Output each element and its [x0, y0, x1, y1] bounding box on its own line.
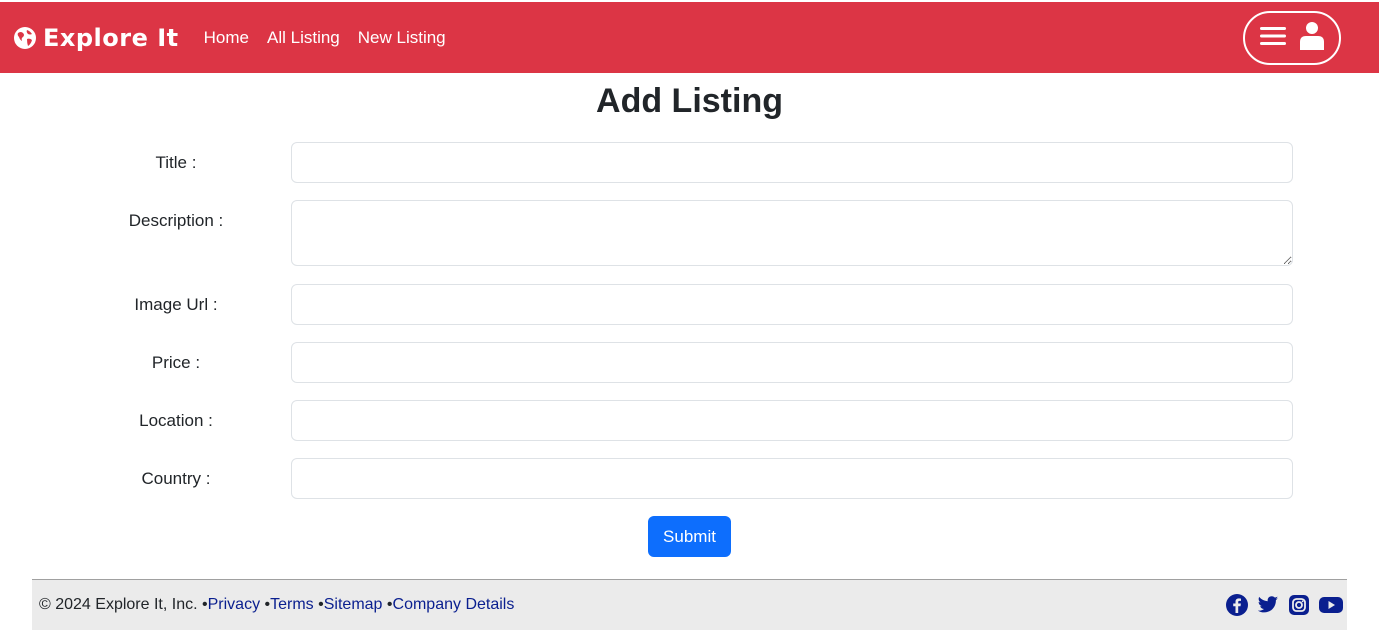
footer-link-terms[interactable]: Terms [270, 596, 314, 613]
nav-link-new-listing[interactable]: New Listing [358, 28, 446, 48]
facebook-icon[interactable] [1226, 594, 1248, 616]
nav-link-home[interactable]: Home [204, 28, 249, 48]
image-url-label: Image Url : [134, 295, 218, 314]
instagram-icon[interactable] [1288, 594, 1310, 616]
title-label: Title : [155, 153, 197, 172]
nav-links: Home All Listing New Listing [204, 28, 464, 48]
social-links [1226, 594, 1343, 616]
navbar: Explore It Home All Listing New Listing [0, 2, 1379, 73]
user-icon [1300, 21, 1324, 55]
location-input[interactable] [291, 400, 1293, 441]
youtube-icon[interactable] [1319, 594, 1343, 616]
footer-link-privacy[interactable]: Privacy [208, 596, 260, 613]
brand-name: Explore It [43, 23, 179, 52]
footer: © 2024 Explore It, Inc. •Privacy •Terms … [32, 579, 1347, 630]
title-input[interactable] [291, 142, 1293, 183]
footer-info: © 2024 Explore It, Inc. •Privacy •Terms … [39, 596, 514, 614]
price-label: Price : [151, 353, 201, 372]
twitter-icon[interactable] [1257, 594, 1279, 616]
menu-icon [1260, 26, 1286, 51]
image-url-input[interactable] [291, 284, 1293, 325]
country-input[interactable] [291, 458, 1293, 499]
user-menu-button[interactable] [1243, 11, 1341, 65]
footer-link-sitemap[interactable]: Sitemap [324, 596, 383, 613]
globe-icon [13, 26, 37, 50]
page-title: Add Listing [596, 82, 783, 120]
footer-link-company-details[interactable]: Company Details [393, 596, 515, 613]
country-label: Country : [141, 469, 211, 488]
price-input[interactable] [291, 342, 1293, 383]
brand-link[interactable]: Explore It [13, 24, 179, 52]
copyright-text: © 2024 Explore It, Inc. [39, 596, 198, 613]
nav-link-all-listing[interactable]: All Listing [267, 28, 340, 48]
location-label: Location : [139, 411, 213, 430]
submit-button[interactable]: Submit [648, 516, 731, 557]
description-label: Description : [128, 211, 224, 230]
description-input[interactable] [291, 200, 1293, 266]
